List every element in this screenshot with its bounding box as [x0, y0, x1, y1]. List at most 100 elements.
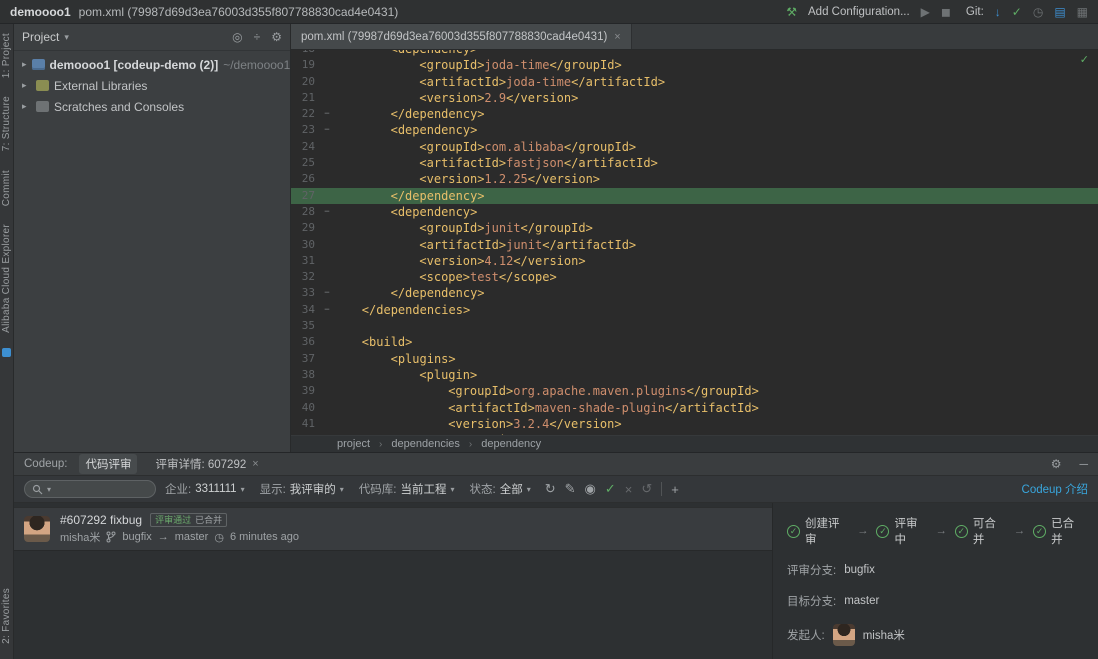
build-hammer-icon[interactable]: ⚒	[786, 5, 797, 19]
breadcrumb-item[interactable]: project	[337, 438, 370, 450]
approve-icon[interactable]: ✓	[605, 481, 616, 497]
code-text: <dependency>	[333, 204, 477, 220]
history-icon[interactable]: ◷	[1033, 5, 1043, 19]
refresh-icon[interactable]: ↻	[545, 481, 556, 497]
avatar	[24, 516, 50, 542]
detail-field: 评审分支:bugfix	[787, 562, 1084, 578]
code-text: <groupId>org.apache.maven.plugins</group…	[333, 383, 759, 399]
line-number: 31	[291, 253, 321, 269]
filter-value: 3311111	[195, 483, 236, 495]
fold-marker	[321, 416, 333, 432]
tab-code-review[interactable]: 代码评审	[79, 454, 137, 474]
tab-pom-xml[interactable]: pom.xml (79987d69d3ea76003d355f807788830…	[291, 24, 632, 49]
detail-field: 目标分支:master	[787, 593, 1084, 609]
close-icon[interactable]: ×	[252, 458, 258, 470]
field-label: 目标分支:	[787, 593, 836, 609]
fold-marker[interactable]: −	[321, 122, 333, 138]
line-number: 29	[291, 220, 321, 236]
view-icon[interactable]: ◉	[585, 481, 596, 497]
project-tree-item[interactable]: ▸Scratches and Consoles	[14, 96, 290, 117]
filter-dropdown[interactable]: 状态:全部▾	[470, 481, 531, 497]
locate-file-icon[interactable]: ◎	[232, 30, 242, 44]
stop-icon[interactable]: ◼	[941, 5, 951, 19]
code-line: 38<plugin>	[291, 367, 1098, 383]
code-line: 25<artifactId>fastjson</artifactId>	[291, 155, 1098, 171]
code-editor[interactable]: 18<dependency>19<groupId>joda-time</grou…	[291, 50, 1098, 435]
code-line: 42<executions>	[291, 432, 1098, 435]
review-list-item[interactable]: #607292 fixbug 评审通过 已合并 misha米	[14, 507, 772, 551]
minimize-icon[interactable]: ─	[1079, 457, 1088, 471]
field-label: 发起人:	[787, 627, 825, 643]
add-configuration-button[interactable]: Add Configuration...	[808, 6, 910, 18]
tab-review-detail[interactable]: 评审详情: 607292 ×	[149, 454, 264, 474]
search-icon	[32, 484, 43, 495]
breadcrumb-item[interactable]: dependencies	[391, 438, 460, 450]
inspections-ok-icon[interactable]: ✓	[1080, 53, 1089, 66]
git-update-icon[interactable]: ↓	[995, 5, 1001, 19]
project-tree-item[interactable]: ▸demoooo1 [codeup-demo (2)]~/demoooo1	[14, 54, 290, 75]
edit-icon[interactable]: ✎	[565, 481, 576, 497]
breadcrumbs: project›dependencies›dependency	[291, 435, 1098, 452]
scratch-icon	[36, 101, 49, 112]
window-layout-icon[interactable]: ▦	[1077, 5, 1088, 19]
chevron-right-icon[interactable]: ▸	[22, 59, 27, 70]
run-icon[interactable]: ▶	[921, 5, 930, 19]
filter-dropdown[interactable]: 企业:3311111▾	[165, 481, 245, 497]
line-number: 40	[291, 400, 321, 416]
git-commit-icon[interactable]: ✓	[1012, 5, 1022, 19]
arrow-right-icon: →	[857, 525, 869, 537]
badge-approved: 评审通过	[155, 514, 191, 526]
check-circle-icon: ✓	[1033, 525, 1046, 538]
close-review-icon[interactable]: ×	[625, 482, 633, 497]
fold-marker	[321, 90, 333, 106]
tool-stripe-button[interactable]: 7: Structure	[1, 96, 12, 151]
fold-marker	[321, 432, 333, 435]
field-label: 评审分支:	[787, 562, 836, 578]
collapse-all-icon[interactable]: ÷	[254, 30, 261, 44]
gear-icon[interactable]: ⚙	[271, 30, 282, 44]
tool-stripe-button[interactable]: Alibaba Cloud Explorer	[1, 224, 12, 333]
revert-icon[interactable]: ↺	[641, 481, 652, 497]
line-number: 30	[291, 237, 321, 253]
search-input[interactable]: ▾	[24, 480, 156, 498]
close-icon[interactable]: ×	[614, 31, 620, 43]
filter-value: 全部	[500, 481, 523, 497]
filter-dropdown[interactable]: 显示:我评审的▾	[260, 481, 344, 497]
chevron-down-icon[interactable]: ▾	[64, 32, 69, 43]
project-tool-title[interactable]: Project	[22, 30, 59, 44]
project-tree-item[interactable]: ▸External Libraries	[14, 75, 290, 96]
new-review-icon[interactable]: +	[671, 482, 679, 497]
tool-stripe-button[interactable]: 1: Project	[1, 33, 12, 78]
tool-stripe-button[interactable]: Commit	[1, 170, 12, 206]
chevron-right-icon[interactable]: ▸	[22, 101, 31, 112]
project-tool-header: Project ▾ ◎ ÷ ⚙	[14, 24, 290, 51]
chevron-right-icon[interactable]: ▸	[22, 80, 31, 91]
tree-item-path: ~/demoooo1	[223, 58, 290, 72]
alibaba-cloud-icon[interactable]	[2, 348, 11, 357]
filter-dropdown[interactable]: 代码库:当前工程▾	[359, 481, 455, 497]
detail-field: 发起人: misha米	[787, 624, 1084, 646]
folder-icon	[32, 59, 45, 70]
gear-icon[interactable]: ⚙	[1051, 457, 1062, 471]
code-line: 23−<dependency>	[291, 122, 1098, 138]
review-title[interactable]: #607292 fixbug	[60, 513, 142, 527]
tool-stripe-button[interactable]: 2: Favorites	[1, 588, 12, 644]
review-time: 6 minutes ago	[230, 531, 299, 543]
codeup-intro-link[interactable]: Codeup 介绍	[1022, 481, 1088, 497]
project-panel-icon[interactable]: ▤	[1054, 5, 1065, 19]
badge-merged: 已合并	[195, 514, 222, 526]
code-text: <groupId>joda-time</groupId>	[333, 57, 622, 73]
code-text: <plugin>	[333, 367, 477, 383]
breadcrumb-item[interactable]: dependency	[481, 438, 541, 450]
fold-marker[interactable]: −	[321, 302, 333, 318]
fold-marker[interactable]: −	[321, 204, 333, 220]
line-number: 24	[291, 139, 321, 155]
code-line: 41<version>3.2.4</version>	[291, 416, 1098, 432]
editor-tabbar: pom.xml (79987d69d3ea76003d355f807788830…	[291, 24, 1098, 50]
fold-marker[interactable]: −	[321, 106, 333, 122]
line-number: 18	[291, 50, 321, 57]
field-value: misha米	[863, 627, 905, 643]
source-branch: bugfix	[122, 531, 151, 543]
fold-marker[interactable]: −	[321, 285, 333, 301]
fold-marker	[321, 50, 333, 57]
